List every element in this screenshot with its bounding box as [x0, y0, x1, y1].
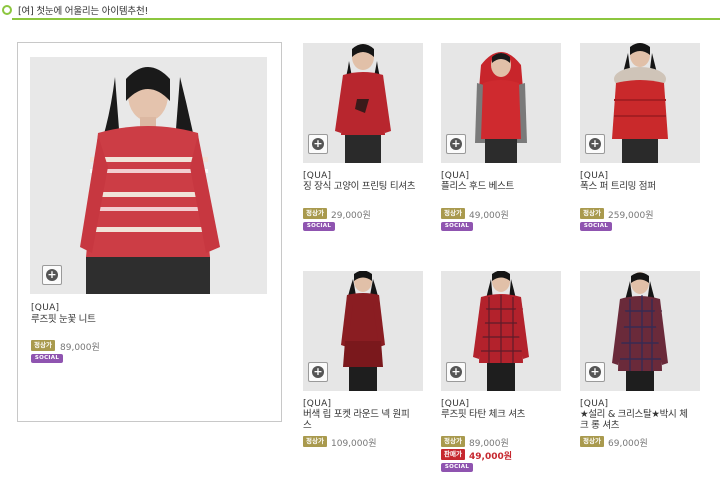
product-name[interactable]: 플리스 후드 베스트	[441, 181, 514, 193]
zoom-plus-icon[interactable]: +	[585, 134, 605, 154]
product-brand: [QUA]	[303, 399, 332, 409]
product-image[interactable]: +	[303, 43, 423, 163]
sale-price-tag: 판매가	[441, 449, 465, 460]
product-price: 109,000원	[331, 439, 377, 449]
product-image[interactable]: +	[441, 271, 561, 391]
regular-price-tag: 정상가	[441, 436, 465, 447]
product-brand: [QUA]	[441, 171, 470, 181]
social-badge: SOCIAL	[31, 354, 63, 363]
regular-price-tag: 정상가	[580, 436, 604, 447]
zoom-plus-icon[interactable]: +	[585, 362, 605, 382]
zoom-plus-icon[interactable]: +	[446, 134, 466, 154]
regular-price-tag: 정상가	[31, 340, 55, 351]
regular-price-tag: 정상가	[303, 436, 327, 447]
product-brand: [QUA]	[580, 171, 609, 181]
product-name-line-1[interactable]: 버색 립 포켓 라운드 넥 원피	[303, 409, 410, 421]
social-badge: SOCIAL	[303, 222, 335, 231]
featured-price: 89,000원	[60, 343, 100, 353]
regular-price-tag: 정상가	[303, 208, 327, 219]
product-brand: [QUA]	[580, 399, 609, 409]
product-price: 69,000원	[608, 439, 648, 449]
product-price: 259,000원	[608, 211, 654, 221]
zoom-plus-icon[interactable]: +	[308, 362, 328, 382]
featured-product-image[interactable]: +	[30, 57, 267, 294]
zoom-plus-icon[interactable]: +	[308, 134, 328, 154]
social-badge: SOCIAL	[441, 463, 473, 472]
product-name[interactable]: 폭스 퍼 트리밍 점퍼	[580, 181, 656, 193]
product-image[interactable]: +	[580, 43, 700, 163]
regular-price-tag: 정상가	[441, 208, 465, 219]
regular-price-tag: 정상가	[580, 208, 604, 219]
header-underline	[12, 18, 720, 20]
product-image[interactable]: +	[303, 271, 423, 391]
product-price: 89,000원	[469, 439, 509, 449]
zoom-plus-icon[interactable]: +	[446, 362, 466, 382]
featured-product-photo	[30, 57, 267, 294]
product-name[interactable]: 루즈핏 타탄 체크 셔츠	[441, 409, 525, 421]
product-brand: [QUA]	[441, 399, 470, 409]
product-image[interactable]: +	[580, 271, 700, 391]
product-brand: [QUA]	[303, 171, 332, 181]
featured-product-name[interactable]: 루즈핏 눈꽃 니트	[31, 314, 96, 326]
zoom-plus-icon[interactable]: +	[42, 265, 62, 285]
product-image[interactable]: +	[441, 43, 561, 163]
product-name-line-2[interactable]: 스	[303, 420, 312, 432]
social-badge: SOCIAL	[441, 222, 473, 231]
product-price: 29,000원	[331, 211, 371, 221]
section-title: [여] 첫눈에 어울리는 아이템추천!	[18, 6, 149, 17]
section-header: [여] 첫눈에 어울리는 아이템추천!	[0, 0, 720, 22]
featured-brand: [QUA]	[31, 303, 60, 313]
product-name[interactable]: 징 장식 고양이 프린팅 티셔츠	[303, 181, 415, 193]
product-name-line-2[interactable]: 크 롱 셔츠	[580, 420, 620, 432]
product-price: 49,000원	[469, 211, 509, 221]
social-badge: SOCIAL	[580, 222, 612, 231]
header-bullet-icon	[2, 5, 12, 15]
sale-price: 49,000원	[469, 452, 513, 462]
